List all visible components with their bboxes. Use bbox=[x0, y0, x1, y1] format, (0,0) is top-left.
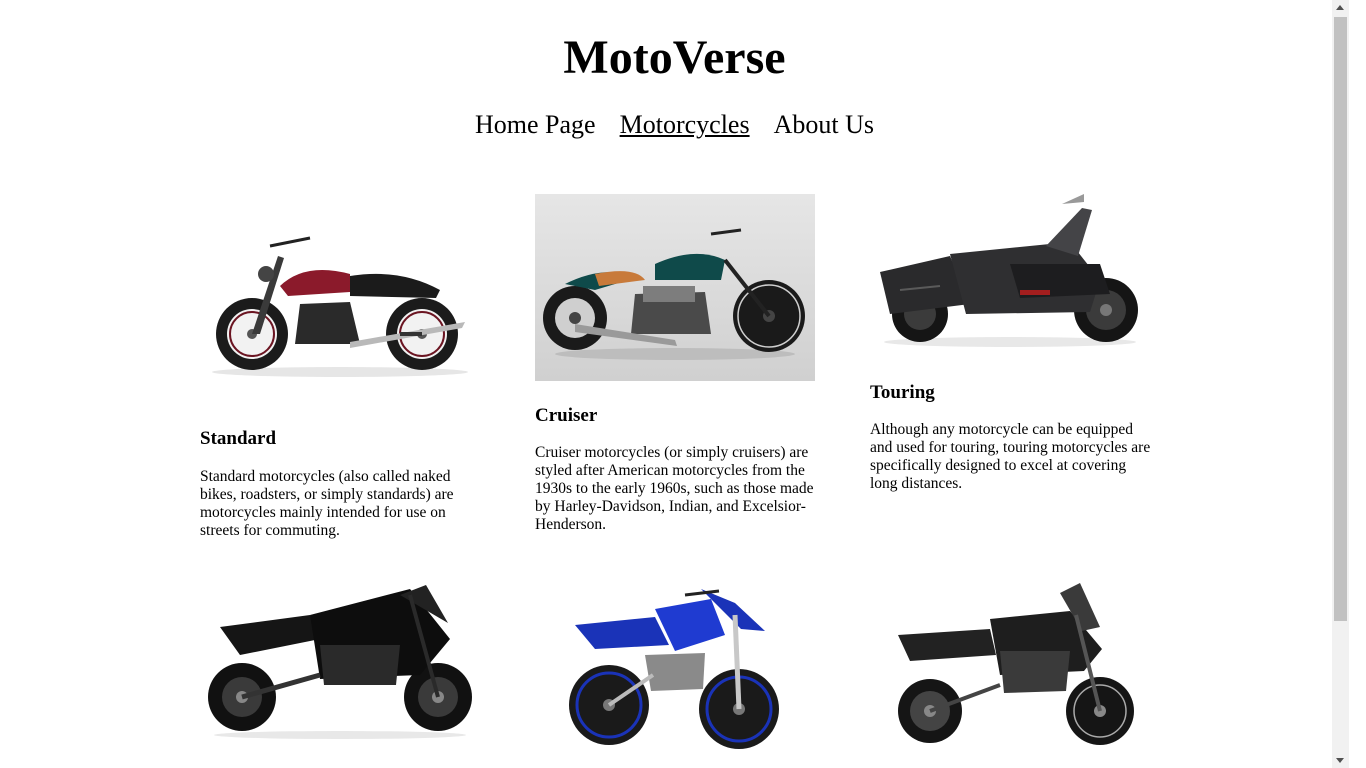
card-sport bbox=[200, 575, 482, 768]
card-touring: Touring Although any motorcycle can be e… bbox=[870, 194, 1152, 544]
card-standard: Standard Standard motorcycles (also call… bbox=[200, 194, 482, 544]
nav-home-page[interactable]: Home Page bbox=[475, 108, 596, 142]
scrollbar-thumb[interactable] bbox=[1334, 17, 1347, 621]
card-title: Touring bbox=[870, 382, 935, 403]
card-title: Cruiser bbox=[535, 405, 598, 426]
nav-about-us[interactable]: About Us bbox=[774, 108, 874, 142]
scroll-down-icon[interactable] bbox=[1336, 758, 1344, 763]
standard-motorcycle-image bbox=[200, 194, 482, 390]
scroll-up-icon[interactable] bbox=[1336, 5, 1344, 10]
card-description: Standard motorcycles (also called naked … bbox=[200, 468, 454, 539]
touring-motorcycle-image bbox=[870, 194, 1152, 354]
dual-sport-motorcycle-image bbox=[870, 575, 1152, 755]
sport-motorcycle-image bbox=[200, 575, 482, 745]
card-description: Cruiser motorcycles (or simply cruisers)… bbox=[535, 444, 814, 533]
card-description: Although any motorcycle can be equipped … bbox=[870, 421, 1151, 492]
card-dual-sport bbox=[870, 575, 1152, 768]
site-title: MotoVerse bbox=[563, 31, 786, 84]
card-dirt bbox=[535, 575, 817, 768]
card-title: Standard bbox=[200, 428, 277, 449]
card-cruiser: Cruiser Cruiser motorcycles (or simply c… bbox=[535, 194, 817, 544]
dirt-bike-image bbox=[535, 575, 817, 765]
nav-motorcycles[interactable]: Motorcycles bbox=[620, 108, 750, 142]
page-scrollbar[interactable] bbox=[1332, 0, 1349, 768]
main-nav: Home Page Motorcycles About Us bbox=[0, 108, 1349, 142]
page: MotoVerse Home Page Motorcycles About Us bbox=[0, 0, 1349, 768]
cruiser-motorcycle-image bbox=[535, 194, 815, 381]
